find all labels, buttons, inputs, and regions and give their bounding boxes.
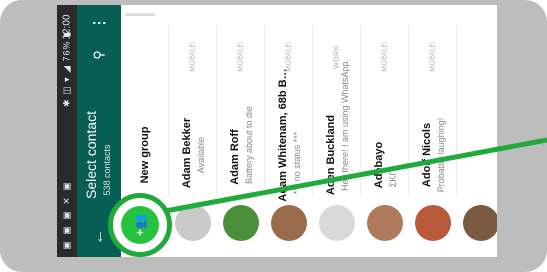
new-group-highlight[interactable]: +👥 xyxy=(108,193,172,257)
group-add-icon: +👥 xyxy=(133,214,147,236)
callout-pointer xyxy=(159,137,547,215)
new-group-icon[interactable]: +👥 xyxy=(121,206,159,244)
